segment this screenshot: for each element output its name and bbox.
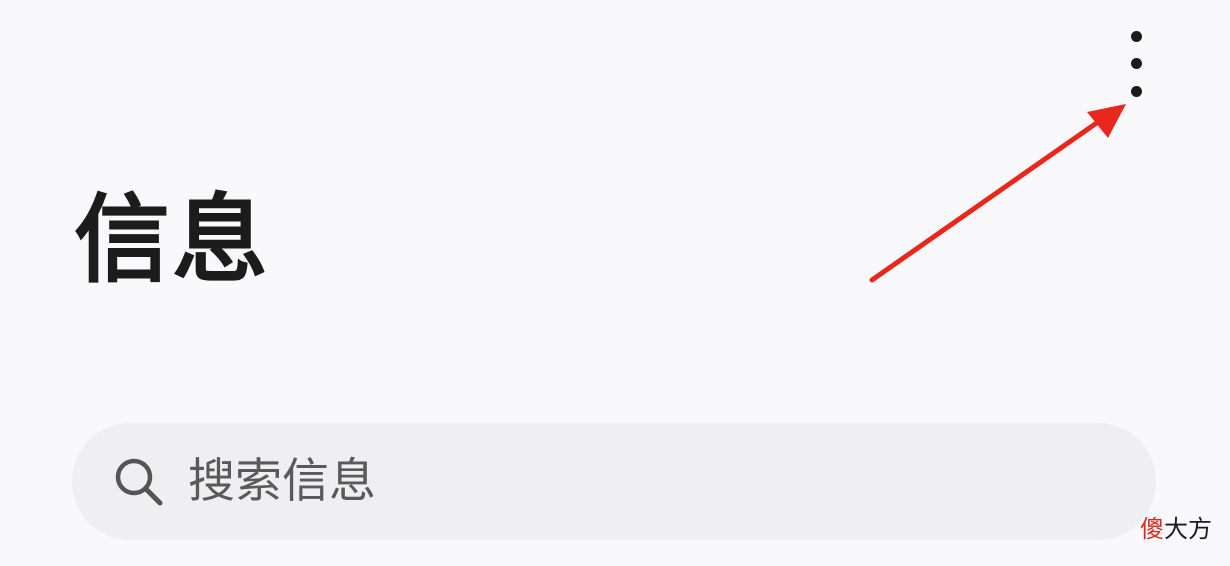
more-options-dot: [1131, 58, 1142, 69]
watermark: 傻大方: [1140, 512, 1212, 546]
more-options-button[interactable]: [1116, 24, 1156, 104]
search-icon: [112, 455, 168, 511]
watermark-first-char: 傻: [1140, 515, 1164, 543]
watermark-rest: 大方: [1164, 515, 1212, 543]
search-input[interactable]: [188, 441, 1088, 521]
page-title: 信息: [74, 184, 270, 296]
more-options-dot: [1131, 86, 1142, 97]
search-bar[interactable]: [72, 423, 1156, 540]
more-options-dot: [1131, 31, 1142, 42]
